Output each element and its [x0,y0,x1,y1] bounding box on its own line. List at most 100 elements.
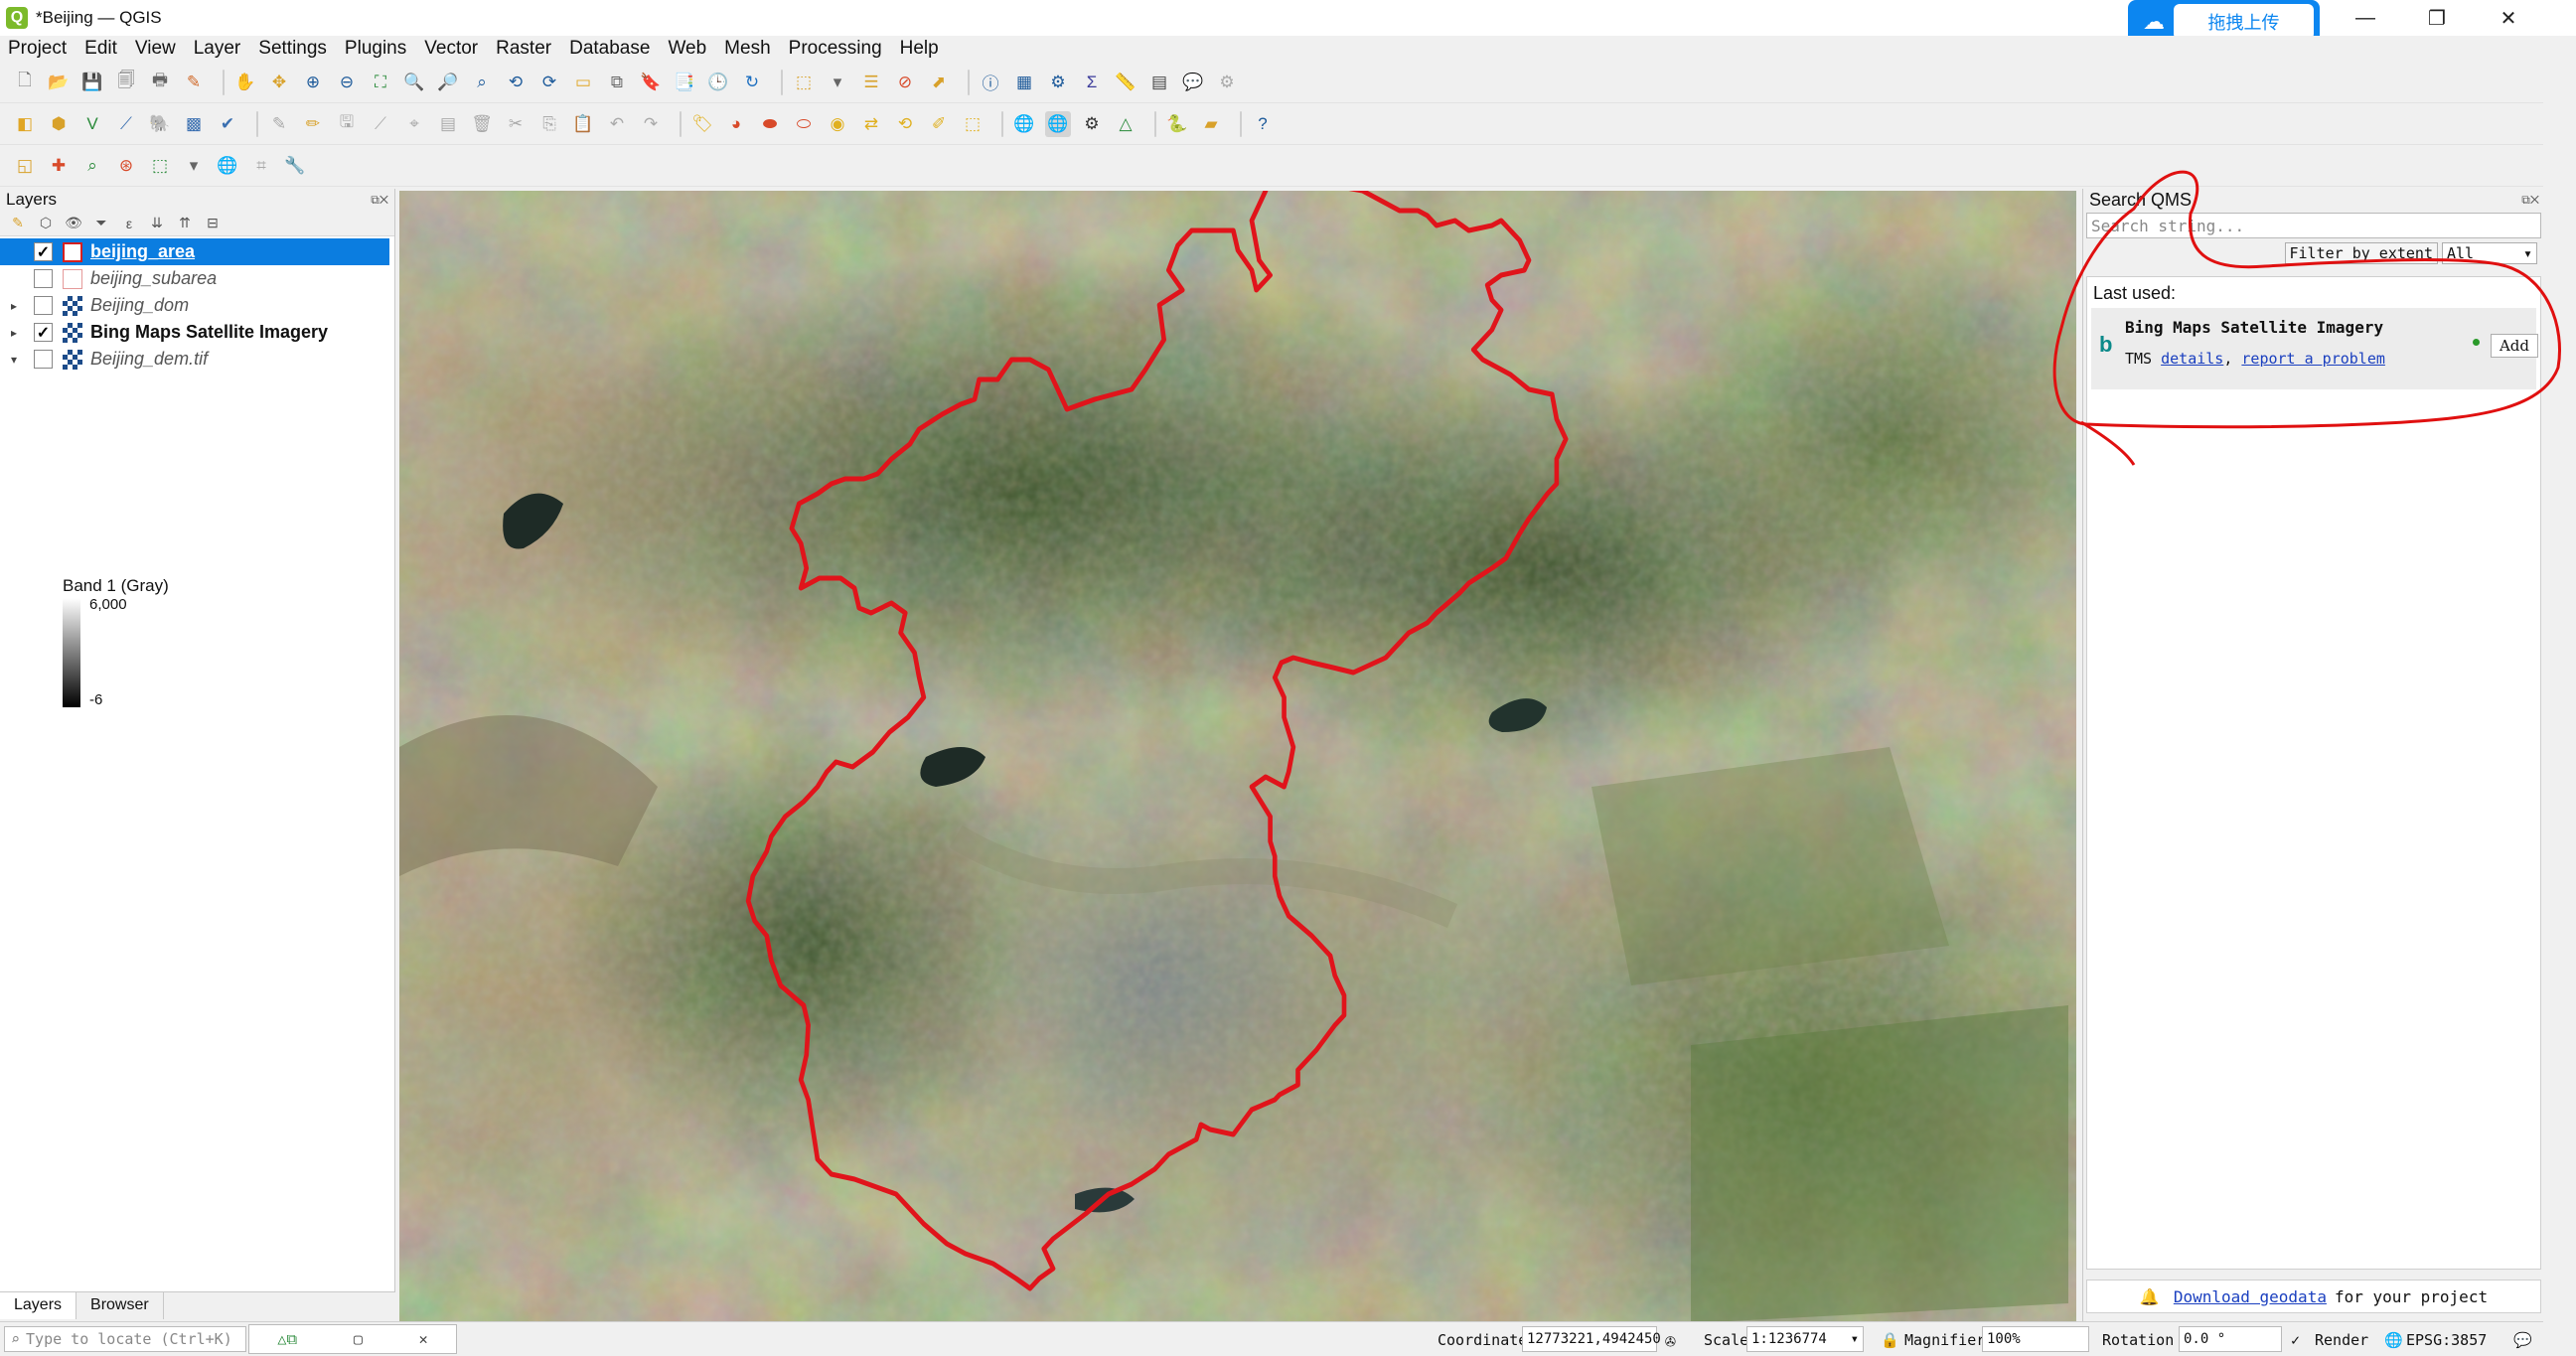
qms-search-input[interactable]: Search string... [2086,213,2541,238]
menu-raster[interactable]: Raster [496,38,551,60]
menu-help[interactable]: Help [900,38,939,60]
menu-processing[interactable]: Processing [789,38,882,60]
layer-expander[interactable]: ▸ [6,299,22,313]
redo-icon[interactable]: ↷ [638,111,664,137]
crs-globe-icon[interactable]: 🌐 [2384,1331,2403,1349]
identify-icon[interactable]: ⓘ [978,70,1003,95]
minimize-button[interactable]: — [2336,0,2395,36]
python-console-icon[interactable]: 🐍 [1164,111,1190,137]
add-raster-layer-icon[interactable]: ▩ [181,111,207,137]
new-3d-view-icon[interactable]: ⧉ [604,70,630,95]
render-checkbox[interactable]: ✓ [2291,1331,2300,1349]
cut-features-icon[interactable]: ✂ [503,111,529,137]
save-as-icon[interactable]: 🗐 [113,70,139,95]
layer-row-beijing-dem[interactable]: ▾ Beijing_dem.tif [0,346,394,373]
add-feature-icon[interactable]: ⟋ [368,111,393,137]
wrench-icon[interactable]: 🔧 [282,153,308,179]
dropdown-arrow-icon[interactable]: ▾ [181,153,207,179]
temporal-controller-icon[interactable]: 🕒 [705,70,731,95]
change-label-icon[interactable]: ✐ [926,111,952,137]
manage-themes-icon[interactable]: 👁 [64,214,83,233]
deselect-icon[interactable]: ⊘ [892,70,918,95]
save-project-icon[interactable]: 💾 [79,70,105,95]
search-qms-icon[interactable]: 🌐 [1045,110,1071,137]
layer-visibility-checkbox[interactable]: ✓ [34,242,53,261]
filter-by-extent-button[interactable]: Filter by extent [2284,242,2438,264]
diagram-tool-icon[interactable]: ◕ [723,111,749,137]
paste-features-icon[interactable]: 📋 [570,111,596,137]
plugin-chart-icon[interactable]: ▰ [1198,111,1224,137]
menu-settings[interactable]: Settings [258,38,327,60]
zoom-last-icon[interactable]: ⟲ [503,70,529,95]
map-canvas[interactable] [399,191,2076,1321]
menu-database[interactable]: Database [569,38,650,60]
snap-icon[interactable]: ⌗ [248,153,274,179]
label-tool-icon[interactable]: 🏷 [689,111,715,137]
vertex-tool-icon[interactable]: ⌖ [401,111,427,137]
filter-expression-icon[interactable]: ε [119,214,139,233]
locate-icon[interactable]: ⌕ [79,153,105,179]
layer-visibility-checkbox[interactable] [34,269,53,288]
show-bookmarks-icon[interactable]: 📑 [672,70,697,95]
rotation-field[interactable]: 0.0 ° [2179,1326,2282,1352]
help-icon[interactable]: ? [1250,111,1276,137]
select-location-icon[interactable]: ⬈ [926,70,952,95]
zoom-to-selection-icon[interactable]: 🔍 [401,70,427,95]
style-manager-icon[interactable]: ✎ [181,70,207,95]
filter-legend-icon[interactable]: ⏷ [91,214,111,233]
messages-icon[interactable]: △⧉ [277,1330,297,1348]
toggle-extents-icon[interactable]: ✇ [1665,1331,1676,1352]
measure-icon[interactable]: 📏 [1113,70,1138,95]
map-tips-icon[interactable]: ▤ [1146,70,1172,95]
statistics-icon[interactable]: Σ [1079,70,1105,95]
layer-expander[interactable]: ▸ [6,326,22,340]
menu-web[interactable]: Web [668,38,706,60]
menu-plugins[interactable]: Plugins [345,38,406,60]
add-postgis-icon[interactable]: 🐘 [147,111,173,137]
toggle-editing-icon[interactable]: ✏ [300,111,326,137]
tab-browser[interactable]: Browser [76,1292,164,1319]
zoom-next-icon[interactable]: ⟳ [536,70,562,95]
add-group-icon[interactable]: ⬡ [36,214,56,233]
highlight-labels-icon[interactable]: ⬬ [757,111,783,137]
menu-vector[interactable]: Vector [424,38,478,60]
remove-layer-icon[interactable]: ⊟ [203,214,223,233]
menu-view[interactable]: View [135,38,176,60]
current-edits-icon[interactable]: ✎ [266,111,292,137]
data-source-manager-icon[interactable]: ◧ [12,111,38,137]
qms-settings-icon[interactable]: ⚙ [1079,111,1105,137]
qms-result-item[interactable]: b Bing Maps Satellite Imagery TMS detail… [2091,308,2538,389]
layer-visibility-checkbox[interactable] [34,350,53,369]
layer-row-beijing-dom[interactable]: ▸ Beijing_dom [0,292,394,319]
print-layout-icon[interactable]: 🖶 [147,70,173,95]
add-vector-layer-icon[interactable]: V [79,111,105,137]
modify-attributes-icon[interactable]: ▤ [435,111,461,137]
open-styling-icon[interactable]: ✎ [8,214,28,233]
refresh-icon[interactable]: ↻ [739,70,765,95]
rotate-label-icon[interactable]: ⟲ [892,111,918,137]
restore-button[interactable]: ❐ [2407,0,2467,36]
copy-features-icon[interactable]: ⎘ [536,111,562,137]
new-geopackage-icon[interactable]: ⬢ [46,111,72,137]
layer-visibility-checkbox[interactable]: ✓ [34,323,53,342]
layer-visibility-checkbox[interactable] [34,296,53,315]
zoom-to-layer-icon[interactable]: 🔎 [435,70,461,95]
report-problem-link[interactable]: report a problem [2241,350,2385,368]
new-map-view-icon[interactable]: ▭ [570,70,596,95]
panel-float-close-icon[interactable]: ⧉✕ [371,193,388,208]
tab-layers[interactable]: Layers [0,1292,77,1319]
close-window-button[interactable]: ✕ [2479,0,2538,36]
layer-row-beijing-subarea[interactable]: beijing_subarea [0,265,394,292]
select-features-icon[interactable]: ⬚ [791,70,817,95]
details-link[interactable]: details [2161,350,2223,368]
filter-select[interactable]: All ▾ [2442,242,2537,264]
bookmark-icon[interactable]: 🔖 [638,70,664,95]
delete-selected-icon[interactable]: 🗑 [469,111,495,137]
label-properties-icon[interactable]: ⬚ [960,111,985,137]
menu-layer[interactable]: Layer [194,38,241,60]
settings-gear-icon[interactable]: ⚙ [1214,70,1240,95]
add-service-button[interactable]: Add [2491,334,2538,358]
download-geodata-link[interactable]: Download geodata [2174,1287,2327,1306]
panel-float-close-icon[interactable]: ⧉✕ [2521,193,2539,208]
collapse-all-icon[interactable]: ⇈ [175,214,195,233]
